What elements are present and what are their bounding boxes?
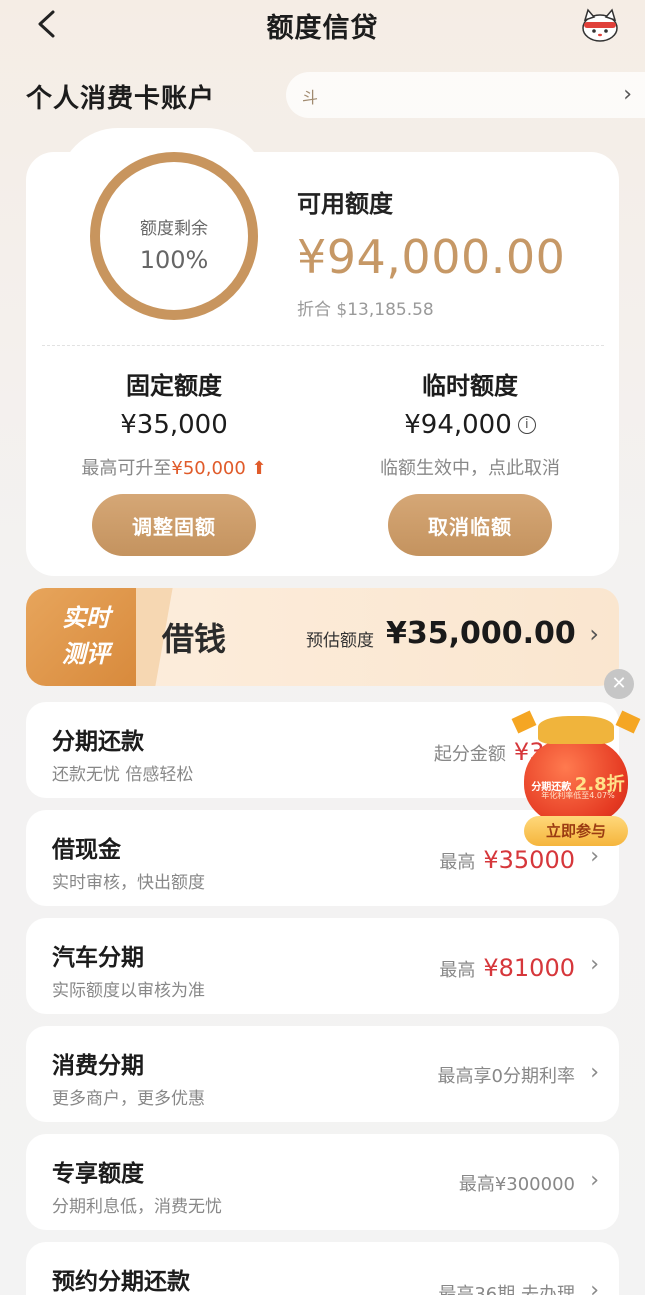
chevron-right-icon: › — [590, 952, 599, 977]
list-item-car-installment[interactable]: 汽车分期 实际额度以审核为准 最高 ¥81000 › — [26, 918, 619, 1014]
remaining-ring: 额度剩余 100% — [90, 152, 258, 320]
item-title: 汽车分期 — [52, 945, 144, 971]
close-icon[interactable]: ✕ — [604, 669, 634, 699]
fixed-credit-column: 固定额度 ¥35,000 最高可升至¥50,000 ⬆ — [26, 366, 322, 484]
ring-label: 额度剩余 — [140, 219, 208, 239]
bag-top — [538, 716, 614, 744]
item-right-label: 最高 — [439, 960, 476, 981]
notice-text: 斗 — [302, 88, 319, 107]
available-amount: ¥94,000.00 — [297, 230, 566, 284]
realtime-tag-text: 实时 测评 — [40, 600, 132, 672]
divider — [42, 345, 604, 346]
temp-credit-column: 临时额度 ¥94,000 i 临额生效中，点此取消 — [322, 366, 618, 484]
fixed-note-highlight: ¥50,000 — [171, 458, 246, 479]
chevron-right-icon: › — [590, 1060, 599, 1085]
cancel-temp-button[interactable]: 取消临额 — [388, 494, 552, 556]
ribbon-left — [511, 710, 537, 734]
item-right-label: 最高享0分期利率 — [437, 1066, 575, 1087]
join-now-button[interactable]: 立即参与 — [524, 816, 628, 846]
chevron-right-icon: › — [623, 82, 632, 107]
header-bar: 额度信贷 — [0, 0, 645, 52]
chevron-right-icon: › — [589, 620, 599, 648]
chevron-right-icon: › — [590, 1278, 599, 1295]
item-right: 最高¥300000 — [459, 1170, 575, 1196]
item-right: 最高 ¥35000 — [439, 846, 575, 874]
ring-value: 100% — [139, 246, 209, 274]
borrow-banner[interactable]: 实时 测评 借钱 预估额度 ¥35,000.00 › — [26, 588, 619, 686]
item-right-label: 起分金额 — [433, 744, 506, 765]
item-title: 预约分期还款 — [52, 1269, 190, 1295]
fixed-credit-note: 最高可升至¥50,000 ⬆ — [26, 454, 322, 484]
item-subtitle: 实际额度以审核为准 — [52, 981, 205, 1001]
notice-bar[interactable]: 斗 › — [286, 72, 645, 118]
estimate-label: 预估额度 — [306, 631, 374, 651]
mascot-icon[interactable] — [579, 4, 621, 44]
item-subtitle: 更多商户，更多优惠 — [52, 1089, 205, 1109]
item-subtitle: 还款无忧 倍感轻松 — [52, 765, 194, 785]
temp-credit-amount: ¥94,000 — [404, 410, 512, 440]
item-title: 专享额度 — [52, 1161, 144, 1187]
fixed-credit-title: 固定额度 — [126, 372, 222, 400]
up-arrow-icon: ⬆ — [245, 458, 267, 479]
item-right-value: ¥35000 — [483, 846, 575, 874]
fixed-note-prefix: 最高可升至 — [81, 458, 172, 479]
available-converted: 折合 $13,185.58 — [297, 300, 434, 320]
item-subtitle: 实时审核，快出额度 — [52, 873, 205, 893]
item-title: 借现金 — [52, 837, 121, 863]
fixed-credit-amount: ¥35,000 — [120, 410, 228, 440]
item-title: 分期还款 — [52, 729, 144, 755]
adjust-fixed-button[interactable]: 调整固额 — [92, 494, 256, 556]
chevron-right-icon: › — [590, 1168, 599, 1193]
ribbon-right — [615, 710, 641, 734]
list-item-consumer-installment[interactable]: 消费分期 更多商户，更多优惠 最高享0分期利率 › — [26, 1026, 619, 1122]
item-subtitle: 分期利息低，消费无忧 — [52, 1197, 222, 1217]
item-right: 最高 ¥81000 — [439, 954, 575, 982]
available-label: 可用额度 — [297, 190, 393, 218]
page-title: 额度信贷 — [266, 13, 379, 44]
item-right-label: 最高 — [439, 852, 476, 873]
list-item-exclusive-credit[interactable]: 专享额度 分期利息低，消费无忧 最高¥300000 › — [26, 1134, 619, 1230]
item-right-label: 最高¥300000 — [458, 1174, 575, 1195]
promo-badge[interactable]: 分期还款 2.8折 年化利率低至4.07% 立即参与 — [511, 710, 641, 846]
temp-credit-note[interactable]: 临额生效中，点此取消 — [322, 454, 618, 484]
borrow-title: 借钱 — [162, 620, 227, 658]
temp-credit-title: 临时额度 — [422, 372, 518, 400]
tag-line1: 实时 — [62, 604, 110, 632]
chevron-right-icon: › — [590, 844, 599, 869]
account-title: 个人消费卡账户 — [26, 84, 216, 114]
info-icon[interactable]: i — [517, 416, 536, 434]
item-right: 最高36期 去办理 — [438, 1280, 575, 1295]
item-title: 消费分期 — [52, 1053, 144, 1079]
estimate-value: ¥35,000.00 — [386, 616, 576, 651]
promo-subline: 年化利率低至4.07% — [541, 791, 615, 800]
temp-credit-amount-row: ¥94,000 i — [322, 410, 618, 454]
item-right-label: 最高36期 去办理 — [438, 1284, 575, 1295]
tag-line2: 测评 — [62, 640, 110, 668]
item-right-value: ¥81000 — [483, 954, 575, 982]
list-item-scheduled-installment[interactable]: 预约分期还款 最高36期 去办理 › — [26, 1242, 619, 1295]
item-right: 最高享0分期利率 — [438, 1062, 575, 1088]
